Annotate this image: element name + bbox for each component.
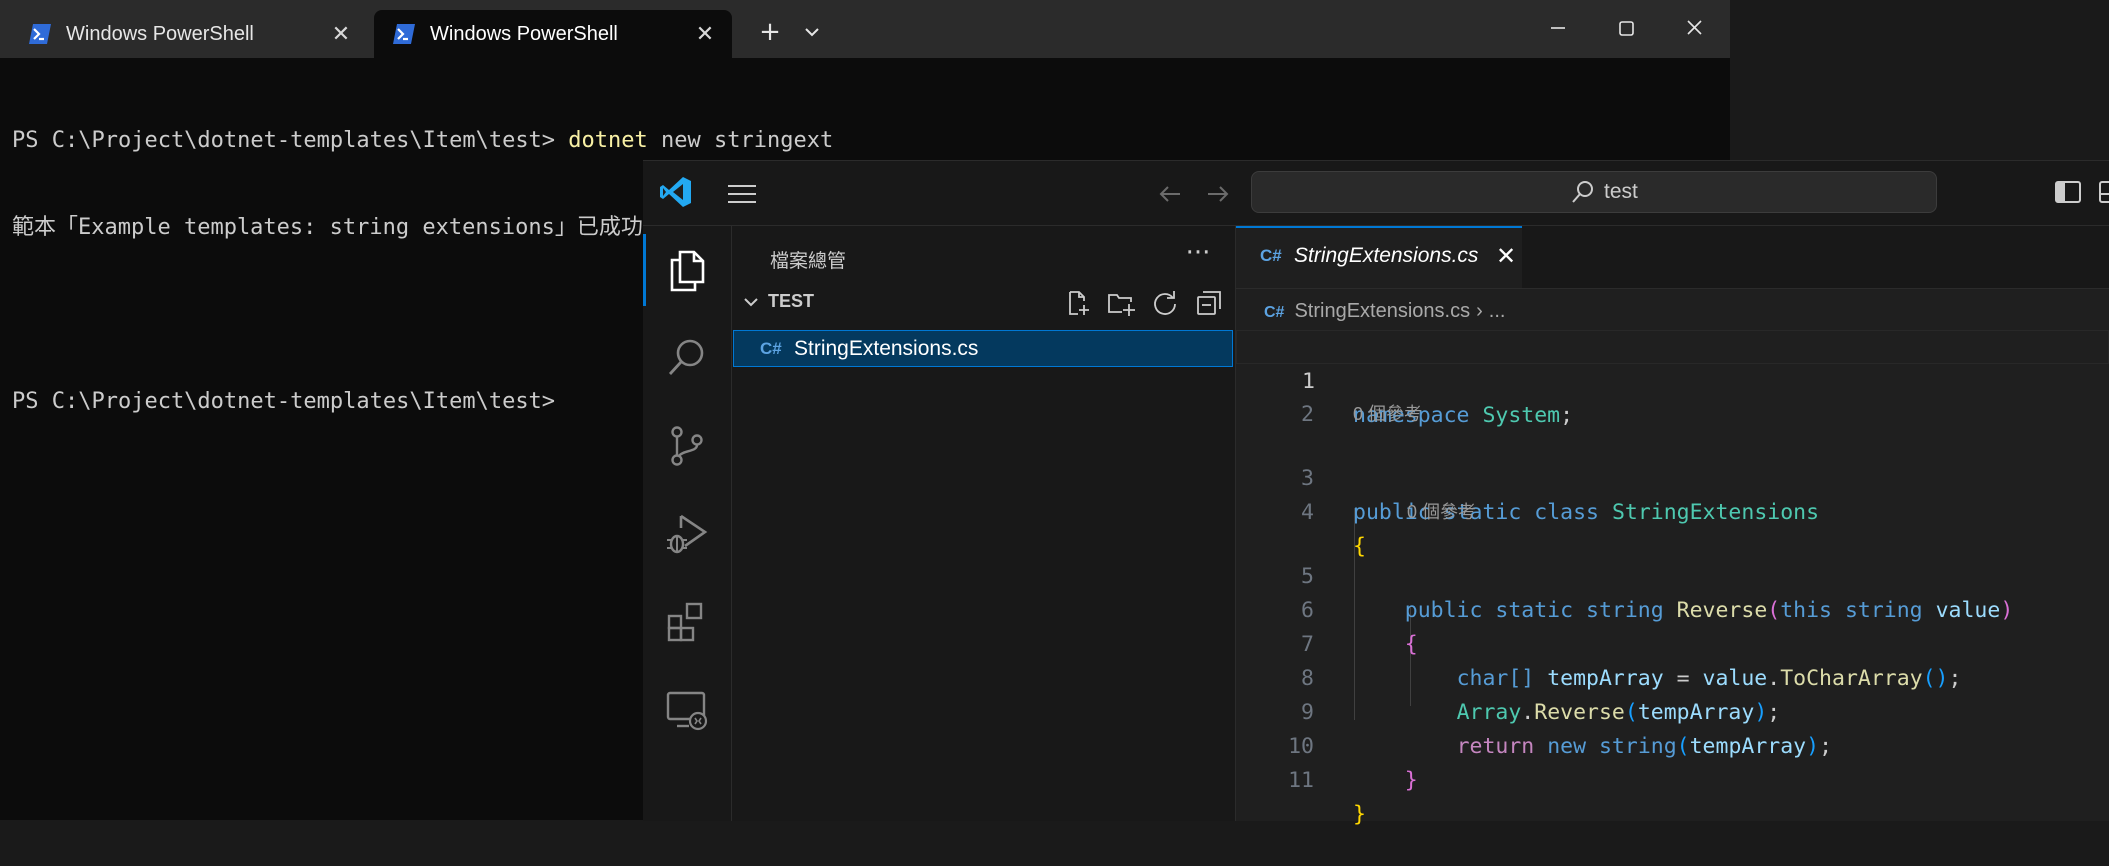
code-editor[interactable]: 1 namespace System; 2 0 個參考 3 public sta… [1236, 330, 2109, 827]
chevron-down-icon[interactable] [795, 14, 829, 50]
arrow-left-icon[interactable] [1153, 177, 1187, 211]
terminal-title-bar: Windows PowerShell ✕ Windows PowerShell … [0, 0, 1730, 58]
activity-explorer[interactable] [643, 226, 731, 314]
activity-extensions[interactable] [643, 578, 731, 666]
search-icon [1572, 181, 1593, 203]
more-actions-button[interactable]: ··· [1178, 240, 1218, 272]
code-line: 7 char[] tempArray = value.ToCharArray()… [1236, 594, 2109, 691]
code-line: 1 namespace System; [1236, 330, 2109, 428]
token: System [1482, 403, 1561, 428]
run-debug-icon [667, 514, 708, 554]
terminal-line: PS C:\Project\dotnet-templates\Item\test… [12, 126, 833, 155]
code-line: 2 [1236, 364, 2109, 427]
terminal-tab-1[interactable]: Windows PowerShell ✕ [10, 10, 368, 58]
terminal-tab-2[interactable]: Windows PowerShell ✕ [374, 10, 732, 58]
code-line: 4 { [1236, 462, 2109, 559]
codelens-references[interactable]: 0 個參考 [1353, 400, 1422, 428]
search-icon [668, 339, 704, 375]
terminal-tab-label: Windows PowerShell [66, 23, 254, 45]
token: class [1534, 500, 1599, 525]
close-icon[interactable] [1660, 0, 1728, 56]
new-folder-icon[interactable] [1106, 288, 1136, 318]
activity-search[interactable] [643, 314, 731, 402]
editor-group: C# StringExtensions.cs ✕ C# StringExtensi… [1236, 226, 2109, 827]
line-number: 4 [1301, 500, 1314, 525]
breadcrumb-file[interactable]: StringExtensions.cs [1294, 300, 1470, 322]
menu-icon[interactable] [725, 180, 759, 208]
codelens-references[interactable]: 0 個參考 [1407, 498, 1476, 526]
token: } [1353, 802, 1366, 827]
toggle-panel-icon[interactable] [2097, 177, 2109, 207]
sidebar-title: 檔案總管 [770, 250, 847, 272]
activity-bar [643, 226, 732, 821]
code-line: 6 { [1236, 560, 2109, 657]
line-text: } [1353, 798, 1366, 832]
command-center-search[interactable]: test [1251, 171, 1937, 213]
file-tree-item[interactable]: C# StringExtensions.cs [733, 330, 1233, 367]
powershell-icon [29, 24, 51, 44]
editor-tab-title: StringExtensions.cs [1294, 244, 1479, 267]
csharp-file-icon: C# [1260, 246, 1282, 265]
refresh-icon[interactable] [1150, 288, 1180, 318]
folder-name: TEST [768, 291, 815, 311]
minimize-icon[interactable] [1524, 0, 1592, 56]
command-center-text: test [1604, 180, 1638, 203]
chevron-right-icon: › [1476, 300, 1483, 322]
token: StringExtensions [1611, 500, 1820, 525]
vscode-logo-icon [660, 177, 691, 207]
token: } [1404, 768, 1418, 793]
breadcrumb-more[interactable]: ... [1489, 300, 1506, 322]
vscode-title-bar: test [643, 161, 2109, 226]
line-number: 2 [1301, 402, 1314, 427]
activity-run-debug[interactable] [643, 490, 731, 578]
terminal-tab-label: Windows PowerShell [430, 23, 618, 45]
editor-tab-strip: C# StringExtensions.cs ✕ [1236, 226, 2109, 289]
arrow-right-icon[interactable] [1201, 177, 1235, 211]
terminal-command-args: new stringext [647, 128, 834, 153]
activity-remote-explorer[interactable] [643, 666, 731, 754]
powershell-icon [393, 24, 415, 44]
maximize-icon[interactable] [1592, 0, 1660, 56]
csharp-file-icon: C# [1264, 304, 1285, 321]
terminal-prompt: PS C:\Project\dotnet-templates\Item\test… [12, 128, 569, 153]
new-file-icon[interactable] [1062, 288, 1092, 318]
close-icon[interactable]: ✕ [326, 19, 356, 49]
file-name: StringExtensions.cs [794, 337, 979, 360]
vscode-window: test 檔案總管 ··· TEST C# StringExtensions.c… [643, 160, 2109, 827]
terminal-prompt: PS C:\Project\dotnet-templates\Item\test… [12, 389, 569, 414]
folder-header[interactable]: TEST [732, 284, 1235, 320]
token: ; [1560, 403, 1574, 428]
files-icon [670, 250, 705, 292]
close-icon[interactable]: ✕ [1496, 244, 1520, 268]
activity-source-control[interactable] [643, 402, 731, 490]
csharp-file-icon: C# [760, 339, 782, 358]
terminal-output-text: 範本「Example templates: string extensions」… [12, 215, 709, 240]
code-line: 5 public static string Reverse(this stri… [1236, 526, 2109, 623]
breadcrumb: C# StringExtensions.cs ›... [1264, 300, 1505, 328]
toggle-sidebar-icon[interactable] [2053, 177, 2083, 207]
remote-explorer-icon [666, 691, 708, 731]
chevron-down-icon [744, 298, 758, 307]
code-line: 11 } [1236, 730, 2109, 827]
line-number: 11 [1288, 768, 1314, 793]
code-line: 9 return new string(tempArray); [1236, 662, 2109, 759]
editor-tab[interactable]: C# StringExtensions.cs ✕ [1236, 226, 1522, 288]
line-text: } [1353, 764, 1418, 798]
extensions-icon [667, 602, 703, 642]
source-control-icon [671, 426, 703, 466]
explorer-sidebar: 檔案總管 ··· TEST C# StringExtensions.cs [732, 226, 1236, 821]
code-line: 3 public static class StringExtensions [1236, 428, 2109, 525]
code-line: 10 } [1236, 696, 2109, 793]
new-tab-button[interactable]: + [752, 14, 788, 50]
collapse-all-icon[interactable] [1194, 288, 1224, 318]
close-icon[interactable]: ✕ [690, 19, 720, 49]
terminal-command: dotnet [568, 128, 648, 153]
code-line: 8 Array.Reverse(tempArray); [1236, 628, 2109, 725]
